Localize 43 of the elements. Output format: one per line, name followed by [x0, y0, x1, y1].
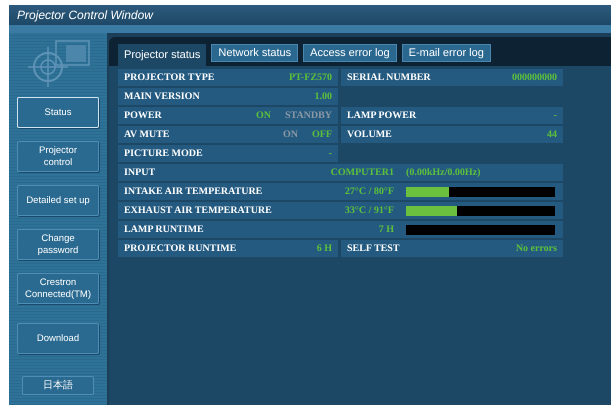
field-label: EXHAUST AIR TEMPERATURE [124, 204, 273, 218]
field-value: ON [256, 109, 271, 123]
field-value: 7 H [378, 223, 394, 237]
field-value: ON [283, 128, 298, 142]
field-label: PROJECTOR RUNTIME [124, 242, 236, 256]
sidebar-button[interactable]: Download [17, 323, 99, 354]
tab[interactable]: Access error log [303, 44, 397, 62]
field-label: POWER [124, 109, 162, 123]
field-value: 44 [547, 128, 557, 142]
field-label: VOLUME [347, 128, 392, 142]
field-label: LAMP POWER [347, 109, 416, 123]
language-button[interactable]: 日本語 [22, 376, 94, 395]
field-value: - [328, 147, 332, 161]
field-label: PROJECTOR TYPE [124, 71, 214, 85]
field-value: (0.00kHz/0.00Hz) [406, 166, 480, 180]
field-label: MAIN VERSION [124, 90, 200, 104]
sidebar-button[interactable]: Detailed set up [17, 185, 99, 216]
field-label: INPUT [124, 166, 156, 180]
field-value: No errors [516, 242, 557, 256]
tab[interactable]: E-mail error log [402, 44, 491, 62]
field-label: AV MUTE [124, 128, 170, 142]
field-value: OFF [312, 128, 332, 142]
field-value: - [554, 109, 557, 123]
field-value: 000000000 [512, 71, 557, 85]
field-value: STANDBY [284, 109, 332, 123]
sidebar-button[interactable]: Projector control [17, 141, 99, 172]
window-title: Projector Control Window [17, 7, 153, 24]
field-label: INTAKE AIR TEMPERATURE [124, 185, 264, 199]
field-value: 6 H [316, 242, 332, 256]
tab[interactable]: Projector status [118, 44, 206, 66]
field-value: PT-FZ570 [289, 71, 332, 85]
field-value: 27°C / 80°F [344, 185, 394, 199]
field-value: 1.00 [314, 90, 332, 104]
sidebar-button[interactable]: Change password [17, 229, 99, 260]
field-label: SERIAL NUMBER [347, 71, 431, 85]
field-value: 33°C / 91°F [344, 204, 394, 218]
field-value: COMPUTER1 [330, 166, 394, 180]
field-label: LAMP RUNTIME [124, 223, 205, 237]
tab[interactable]: Network status [211, 44, 298, 62]
field-label: PICTURE MODE [124, 147, 203, 161]
sidebar-button[interactable]: Crestron Connected(TM) [17, 273, 99, 304]
field-label: SELF TEST [347, 242, 400, 256]
sidebar-button[interactable]: Status [17, 97, 99, 128]
